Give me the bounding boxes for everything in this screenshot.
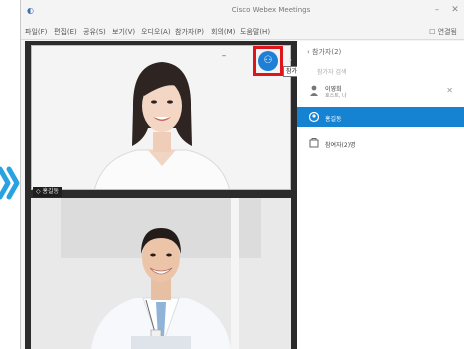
- menu-share[interactable]: 공유(S): [83, 27, 106, 37]
- connection-status: ☐ 연결됨: [429, 28, 457, 36]
- menu-file[interactable]: 파일(F): [25, 27, 47, 37]
- meeting-window: ◐ Cisco Webex Meetings – ✕ 파일(F) 편집(E) 공…: [20, 0, 464, 349]
- participant-row-selected[interactable]: 홍길동: [297, 107, 464, 127]
- guide-arrow-icon: [0, 163, 20, 203]
- menu-help[interactable]: 도움말(H): [240, 27, 270, 37]
- video-icon: [309, 85, 319, 97]
- highlight-box: [253, 46, 283, 76]
- participant-name: 홍길동: [325, 116, 342, 123]
- video-name-label: ◇ 홍길동: [33, 187, 63, 197]
- menu-bar: 파일(F) 편집(E) 공유(S) 보기(V) 오디오(A) 참가자(P) 회의…: [21, 24, 464, 40]
- video-stage: – ◇ 홍길동 ⚇ › 참가자 패: [25, 41, 319, 349]
- participant-search-input[interactable]: 참가자 검색: [317, 67, 347, 76]
- menu-view[interactable]: 보기(V): [112, 27, 135, 37]
- menu-audio[interactable]: 오디오(A): [141, 27, 171, 37]
- group-icon: [309, 137, 319, 149]
- participant-name: 참여자(2)명: [325, 142, 356, 149]
- video-tile-man[interactable]: [31, 198, 291, 349]
- title-bar: ◐ Cisco Webex Meetings – ✕: [21, 0, 464, 24]
- app-logo-icon: ◐: [27, 6, 34, 15]
- menu-edit[interactable]: 편집(E): [54, 27, 77, 37]
- minimize-window-button[interactable]: –: [431, 4, 443, 16]
- man-video-image: [31, 198, 291, 349]
- window-title: Cisco Webex Meetings: [231, 6, 311, 14]
- video-tile-woman[interactable]: [31, 45, 291, 190]
- menu-meeting[interactable]: 회의(M): [211, 27, 235, 37]
- minimize-video-button[interactable]: –: [219, 51, 229, 61]
- close-window-button[interactable]: ✕: [449, 4, 461, 16]
- panel-title[interactable]: ‹ 참가자(2): [307, 47, 341, 57]
- person-icon: [308, 111, 320, 123]
- panel-header: ‹ 참가자(2): [297, 41, 464, 63]
- participant-row-group[interactable]: 참여자(2)명: [297, 133, 464, 153]
- menu-participant[interactable]: 참가자(P): [175, 27, 204, 37]
- participant-row-host[interactable]: 이영희 호스트, 나 ✕: [297, 81, 464, 105]
- participant-role: 호스트, 나: [325, 93, 347, 99]
- close-icon[interactable]: ✕: [446, 86, 453, 95]
- participants-panel: ‹ 참가자(2) 참가자 검색 이영희 호스트, 나 ✕ 홍길동 참여자(2)명: [297, 41, 464, 349]
